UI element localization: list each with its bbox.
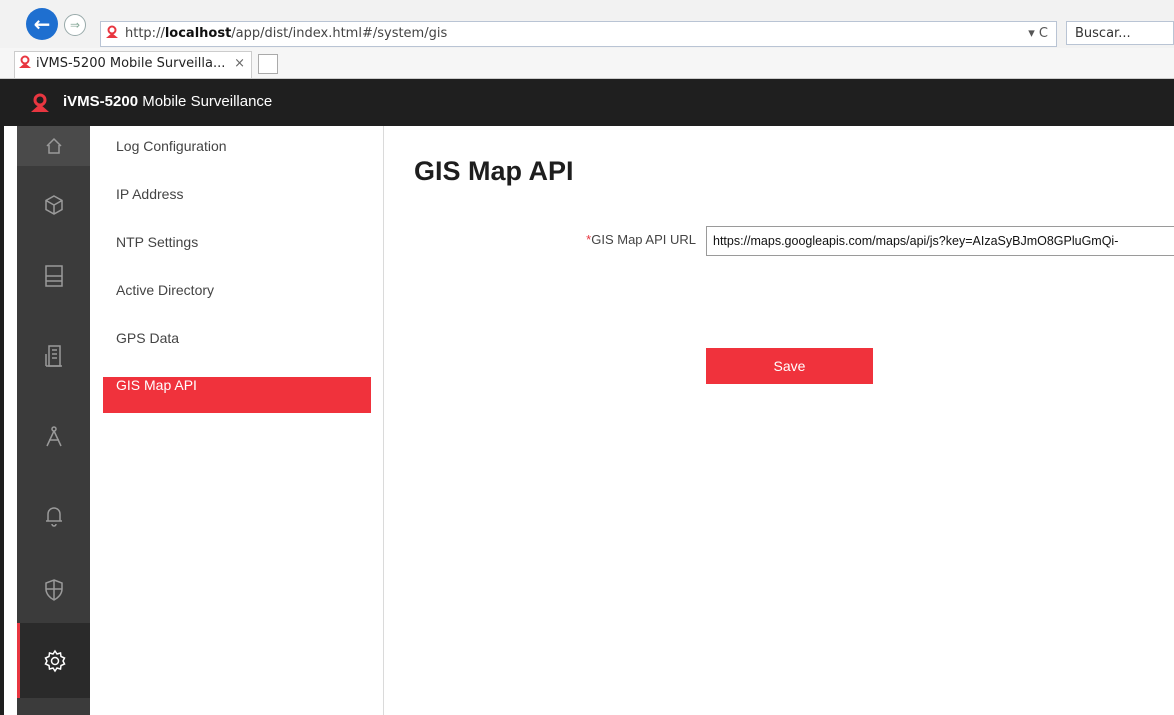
app-header: iVMS-5200 Mobile Surveillance	[0, 79, 1174, 126]
app-title-rest: Mobile Surveillance	[138, 93, 273, 110]
gis-url-input[interactable]	[706, 226, 1174, 256]
gis-url-label: *GIS Map API URL	[500, 232, 696, 247]
submenu-item-log-configuration[interactable]: Log Configuration	[103, 138, 371, 174]
url-path: /app/dist/index.html#/system/gis	[231, 26, 448, 41]
browser-search-input[interactable]: Buscar...	[1066, 21, 1174, 45]
compass-icon[interactable]	[17, 417, 90, 457]
settings-submenu: Log Configuration IP Address NTP Setting…	[90, 126, 384, 715]
site-logo-icon	[106, 25, 118, 38]
browser-tabbar: iVMS-5200 Mobile Surveilla... ×	[0, 48, 1174, 79]
submenu-item-ip-address[interactable]: IP Address	[103, 186, 371, 222]
browser-toolbar: ← ⇒ http://localhost/app/dist/index.html…	[0, 0, 1174, 49]
home-icon[interactable]	[17, 126, 90, 166]
address-bar[interactable]: http://localhost/app/dist/index.html#/sy…	[100, 21, 1057, 47]
submenu-item-gps-data[interactable]: GPS Data	[103, 330, 371, 366]
submenu-item-gis-map-api[interactable]: GIS Map API	[103, 377, 371, 413]
bell-icon[interactable]	[17, 496, 90, 536]
tab-title: iVMS-5200 Mobile Surveilla...	[36, 56, 226, 71]
gis-url-label-text: GIS Map API URL	[591, 232, 696, 247]
refresh-icon[interactable]: ▾ C	[1028, 22, 1048, 46]
shield-icon[interactable]	[17, 570, 90, 610]
new-tab-button[interactable]	[258, 54, 278, 74]
tab-close-icon[interactable]: ×	[234, 52, 245, 76]
forward-button[interactable]: ⇒	[64, 14, 86, 36]
submenu-item-ntp-settings[interactable]: NTP Settings	[103, 234, 371, 270]
server-icon[interactable]	[17, 256, 90, 296]
gear-icon[interactable]	[17, 623, 90, 698]
building-icon[interactable]	[17, 336, 90, 376]
back-button[interactable]: ←	[26, 8, 58, 40]
app-title-bold: iVMS-5200	[63, 93, 139, 110]
page-title: GIS Map API	[414, 156, 574, 186]
icon-rail	[17, 126, 90, 715]
url-host: localhost	[164, 26, 232, 41]
browser-tab[interactable]: iVMS-5200 Mobile Surveilla... ×	[14, 51, 252, 78]
app-logo-icon	[31, 93, 49, 112]
cube-icon[interactable]	[17, 185, 90, 225]
save-button[interactable]: Save	[706, 348, 873, 384]
app-title: iVMS-5200 Mobile Surveillance	[63, 93, 272, 110]
url-prefix: http://	[125, 26, 165, 41]
tab-favicon-icon	[19, 55, 31, 68]
submenu-item-active-directory[interactable]: Active Directory	[103, 282, 371, 318]
